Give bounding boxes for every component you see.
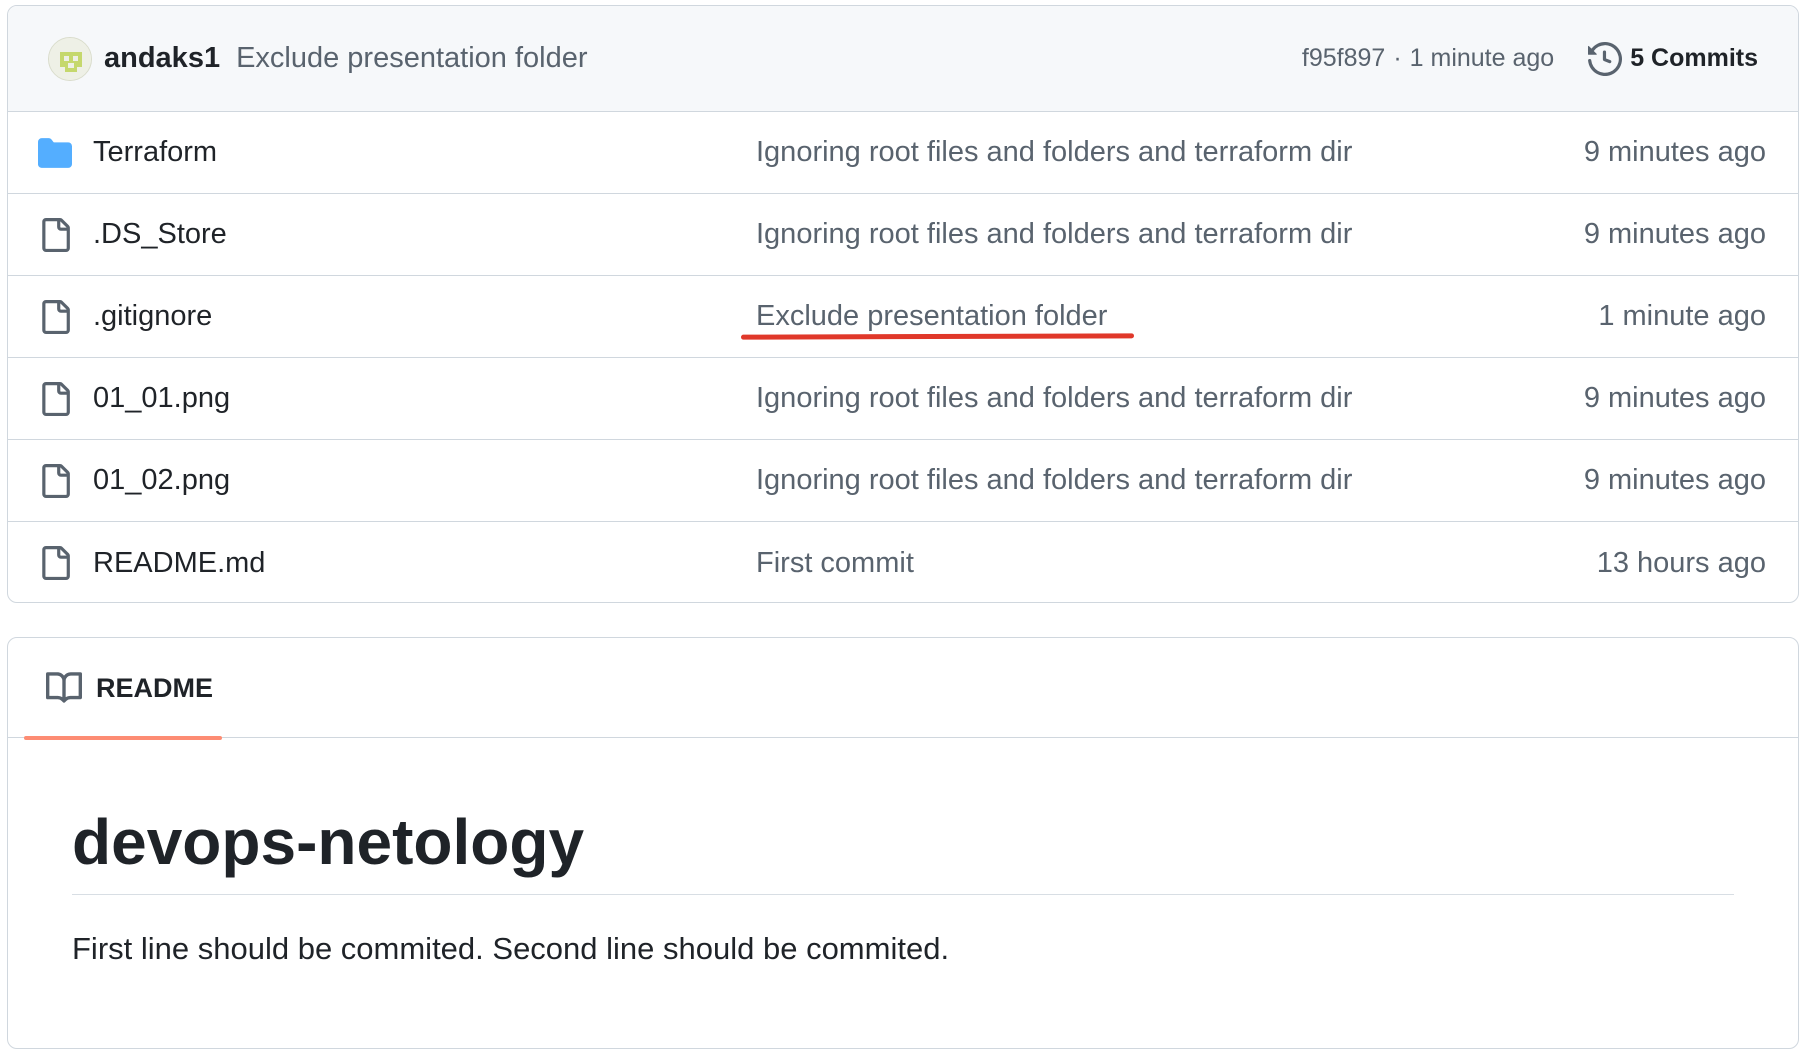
file-row[interactable]: .DS_Store Ignoring root files and folder…	[8, 194, 1798, 276]
file-icon	[42, 299, 70, 334]
latest-commit-bar: andaks1 Exclude presentation folder f95f…	[8, 6, 1798, 112]
file-age: 9 minutes ago	[1583, 136, 1766, 168]
file-name-link[interactable]: .DS_Store	[93, 218, 227, 251]
file-commit-link[interactable]: Ignoring root files and folders and terr…	[756, 464, 1352, 497]
file-icon	[42, 463, 70, 498]
file-name-link[interactable]: .gitignore	[93, 300, 212, 333]
file-age: 1 minute ago	[1598, 300, 1766, 332]
file-age: 13 hours ago	[1596, 546, 1766, 579]
avatar[interactable]	[48, 36, 92, 81]
readme-content: devops-netology First line should be com…	[8, 806, 1798, 967]
file-commit-link[interactable]: First commit	[756, 547, 914, 580]
readme-tab-bar: README	[8, 638, 1798, 740]
folder-icon	[38, 137, 72, 168]
commits-count: 5 Commits	[1630, 44, 1758, 72]
file-browser: andaks1 Exclude presentation folder f95f…	[7, 5, 1799, 603]
file-commit-link[interactable]: Ignoring root files and folders and terr…	[756, 218, 1352, 251]
readme-panel: README devops-netology First line should…	[7, 637, 1799, 1049]
commit-author-link[interactable]: andaks1	[104, 42, 220, 75]
readme-title: devops-netology	[72, 806, 1734, 895]
file-name-link[interactable]: 01_02.png	[93, 464, 230, 497]
file-row[interactable]: 01_02.png Ignoring root files and folder…	[8, 440, 1798, 522]
tab-readme[interactable]: README	[24, 638, 222, 740]
file-age: 9 minutes ago	[1583, 218, 1766, 250]
commits-history-button[interactable]: 5 Commits	[1588, 41, 1758, 76]
file-icon	[42, 217, 70, 252]
file-commit-link[interactable]: Ignoring root files and folders and terr…	[756, 136, 1352, 169]
file-name-link[interactable]: README.md	[93, 547, 265, 580]
file-commit-link[interactable]: Ignoring root files and folders and terr…	[756, 382, 1352, 415]
commit-sha-link[interactable]: f95f897	[1302, 44, 1385, 73]
commit-separator: ·	[1393, 44, 1402, 72]
file-row[interactable]: 01_01.png Ignoring root files and folder…	[8, 358, 1798, 440]
file-age: 9 minutes ago	[1583, 382, 1766, 414]
file-row[interactable]: Terraform Ignoring root files and folder…	[8, 112, 1798, 194]
file-name-link[interactable]: Terraform	[93, 136, 217, 169]
commit-time: 1 minute ago	[1409, 44, 1555, 72]
latest-commit-message[interactable]: Exclude presentation folder	[236, 42, 587, 75]
file-age: 9 minutes ago	[1583, 464, 1766, 496]
file-icon	[42, 546, 70, 580]
file-row[interactable]: README.md First commit 13 hours ago	[8, 522, 1798, 602]
readme-paragraph: First line should be commited. Second li…	[72, 930, 950, 966]
file-icon	[42, 381, 70, 416]
file-name-link[interactable]: 01_01.png	[93, 382, 230, 415]
commit-meta: f95f897 · 1 minute ago 5 Commits	[1302, 41, 1758, 76]
readme-tab-label: README	[96, 672, 214, 703]
history-icon	[1588, 41, 1623, 76]
book-icon	[46, 672, 82, 703]
identicon-avatar-icon	[49, 37, 91, 80]
file-row[interactable]: .gitignore Exclude presentation folder 1…	[8, 276, 1798, 358]
file-commit-link[interactable]: Exclude presentation folder	[756, 300, 1107, 333]
